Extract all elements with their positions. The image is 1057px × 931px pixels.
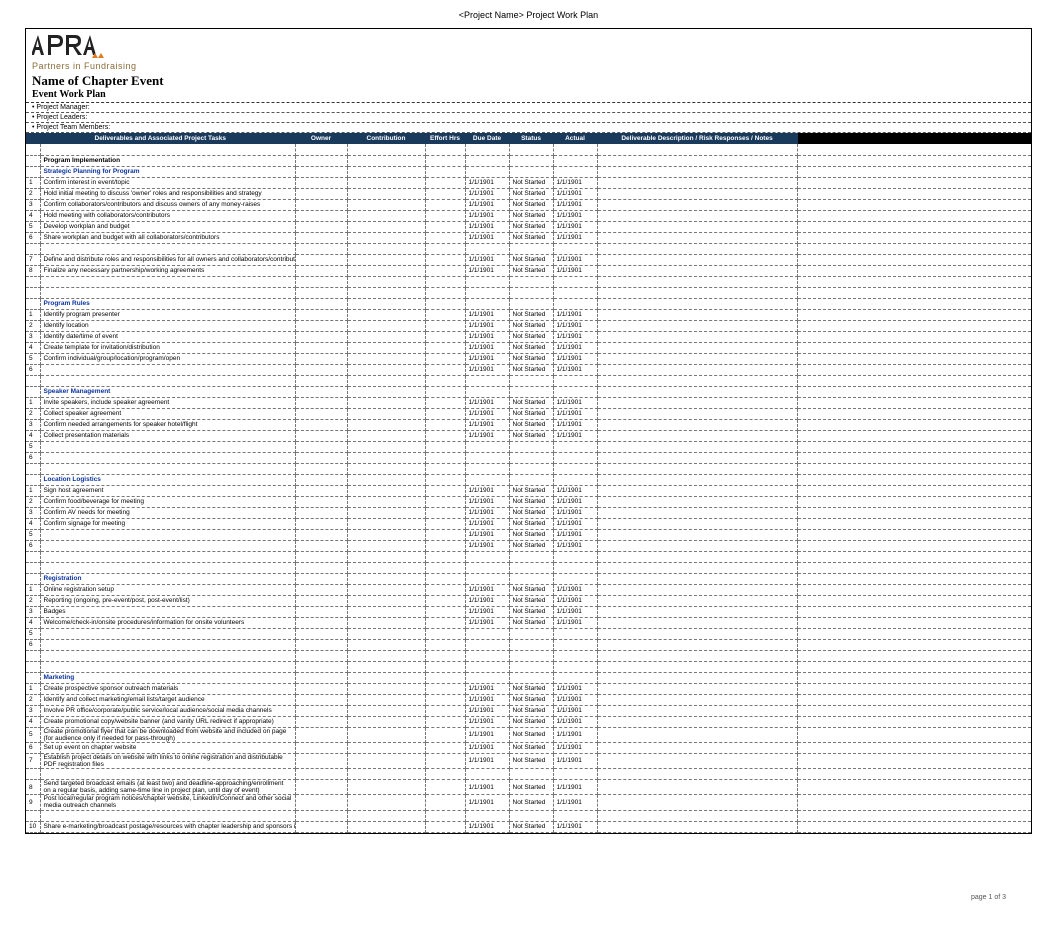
info-pm: Project Manager:	[26, 103, 1031, 113]
section-row: Location Logistics	[26, 474, 1031, 485]
chapter-title: Name of Chapter Event	[26, 73, 1031, 89]
table-row: 7Establish project details on website wi…	[26, 753, 1031, 768]
table-row: 2Identify and collect marketing/email li…	[26, 694, 1031, 705]
table-row	[26, 810, 1031, 821]
table-row: 5 1/1/1901Not Started1/1/1901	[26, 529, 1031, 540]
col-owner: Owner	[295, 133, 347, 144]
col-desc: Deliverable Description / Risk Responses…	[597, 133, 797, 144]
subtitle: Event Work Plan	[26, 89, 1031, 103]
document-frame: Partners in Fundraising Name of Chapter …	[25, 28, 1032, 834]
table-row: 4Welcome/check-in/onsite procedures/info…	[26, 617, 1031, 628]
col-effort: Effort Hrs	[425, 133, 465, 144]
logo-block: Partners in Fundraising	[26, 29, 1031, 73]
document-header: <Project Name> Project Work Plan	[25, 10, 1032, 20]
table-row	[26, 562, 1031, 573]
table-row: 3Badges 1/1/1901Not Started1/1/1901	[26, 606, 1031, 617]
section-row: Marketing	[26, 672, 1031, 683]
table-row: 7Define and distribute roles and respons…	[26, 254, 1031, 265]
page-footer: page 1 of 3	[25, 894, 1032, 901]
table-row: 3Confirm collaborators/contributors and …	[26, 199, 1031, 210]
col-actual: Actual	[553, 133, 597, 144]
table-row	[26, 769, 1031, 780]
table-row: 6Share workplan and budget with all coll…	[26, 232, 1031, 243]
table-row	[26, 375, 1031, 386]
table-row: 6 1/1/1901Not Started1/1/1901	[26, 364, 1031, 375]
section-row: Registration	[26, 573, 1031, 584]
table-row: 3Identify date/time of event 1/1/1901Not…	[26, 331, 1031, 342]
table-row: 4Hold meeting with collaborators/contrib…	[26, 210, 1031, 221]
table-row: 5	[26, 628, 1031, 639]
table-row: 4Create promotional copy/website banner …	[26, 716, 1031, 727]
table-row: 1Online registration setup 1/1/1901Not S…	[26, 584, 1031, 595]
table-row: 1Confirm interest in event/topic 1/1/190…	[26, 177, 1031, 188]
table-row: 6 1/1/1901Not Started1/1/1901	[26, 540, 1031, 551]
table-row: 2Collect speaker agreement 1/1/1901Not S…	[26, 408, 1031, 419]
table-row: 6Set up event on chapter website 1/1/190…	[26, 742, 1031, 753]
table-row: 4Create template for invitation/distribu…	[26, 342, 1031, 353]
table-row: 6	[26, 639, 1031, 650]
apra-logo-icon	[32, 35, 132, 61]
table-row: 4Confirm signage for meeting 1/1/1901Not…	[26, 518, 1031, 529]
table-row: 5Confirm individual/group/location/progr…	[26, 353, 1031, 364]
table-row: 1Identify program presenter 1/1/1901Not …	[26, 309, 1031, 320]
table-row: 9Post local/regular program notices/chap…	[26, 795, 1031, 810]
table-row	[26, 551, 1031, 562]
table-row: 8Finalize any necessary partnership/work…	[26, 265, 1031, 276]
table-row: 2Identify location 1/1/1901Not Started1/…	[26, 320, 1031, 331]
section-row: Program Implementation	[26, 155, 1031, 166]
table-row	[26, 276, 1031, 287]
table-row: 3Confirm AV needs for meeting 1/1/1901No…	[26, 507, 1031, 518]
table-row: 3Confirm needed arrangements for speaker…	[26, 419, 1031, 430]
section-row: Program Rules	[26, 298, 1031, 309]
table-row	[26, 144, 1031, 155]
table-row: 5Develop workplan and budget 1/1/1901Not…	[26, 221, 1031, 232]
logo-tagline: Partners in Fundraising	[32, 61, 1025, 71]
info-ptm: Project Team Members:	[26, 123, 1031, 133]
table-row: 10Share e-marketing/broadcast postage/re…	[26, 821, 1031, 832]
table-row: 3Involve PR office/corporate/public serv…	[26, 705, 1031, 716]
table-row: 1Sign host agreement 1/1/1901Not Started…	[26, 485, 1031, 496]
col-due: Due Date	[465, 133, 509, 144]
table-row	[26, 650, 1031, 661]
col-contrib: Contribution	[347, 133, 425, 144]
table-row: 5Create promotional flyer that can be do…	[26, 727, 1031, 742]
table-row: 2Confirm food/beverage for meeting 1/1/1…	[26, 496, 1031, 507]
table-row: 1Create prospective sponsor outreach mat…	[26, 683, 1031, 694]
table-header-row: Deliverables and Associated Project Task…	[26, 133, 1031, 144]
table-row	[26, 661, 1031, 672]
table-row: 1Invite speakers, include speaker agreem…	[26, 397, 1031, 408]
col-task: Deliverables and Associated Project Task…	[26, 133, 295, 144]
table-row: 6	[26, 452, 1031, 463]
col-extra	[797, 133, 1030, 144]
section-row: Strategic Planning for Program	[26, 166, 1031, 177]
table-row: 4Collect presentation materials 1/1/1901…	[26, 430, 1031, 441]
table-row	[26, 243, 1031, 254]
col-status: Status	[509, 133, 553, 144]
table-row: 5	[26, 441, 1031, 452]
section-row: Speaker Management	[26, 386, 1031, 397]
table-row	[26, 463, 1031, 474]
table-row	[26, 287, 1031, 298]
workplan-table: Deliverables and Associated Project Task…	[26, 133, 1031, 833]
table-row: 2Reporting (ongoing, pre-event/post, pos…	[26, 595, 1031, 606]
info-pl: Project Leaders:	[26, 113, 1031, 123]
table-row: 2Hold initial meeting to discuss 'owner'…	[26, 188, 1031, 199]
table-row: 8Send targeted broadcast emails (at leas…	[26, 780, 1031, 795]
